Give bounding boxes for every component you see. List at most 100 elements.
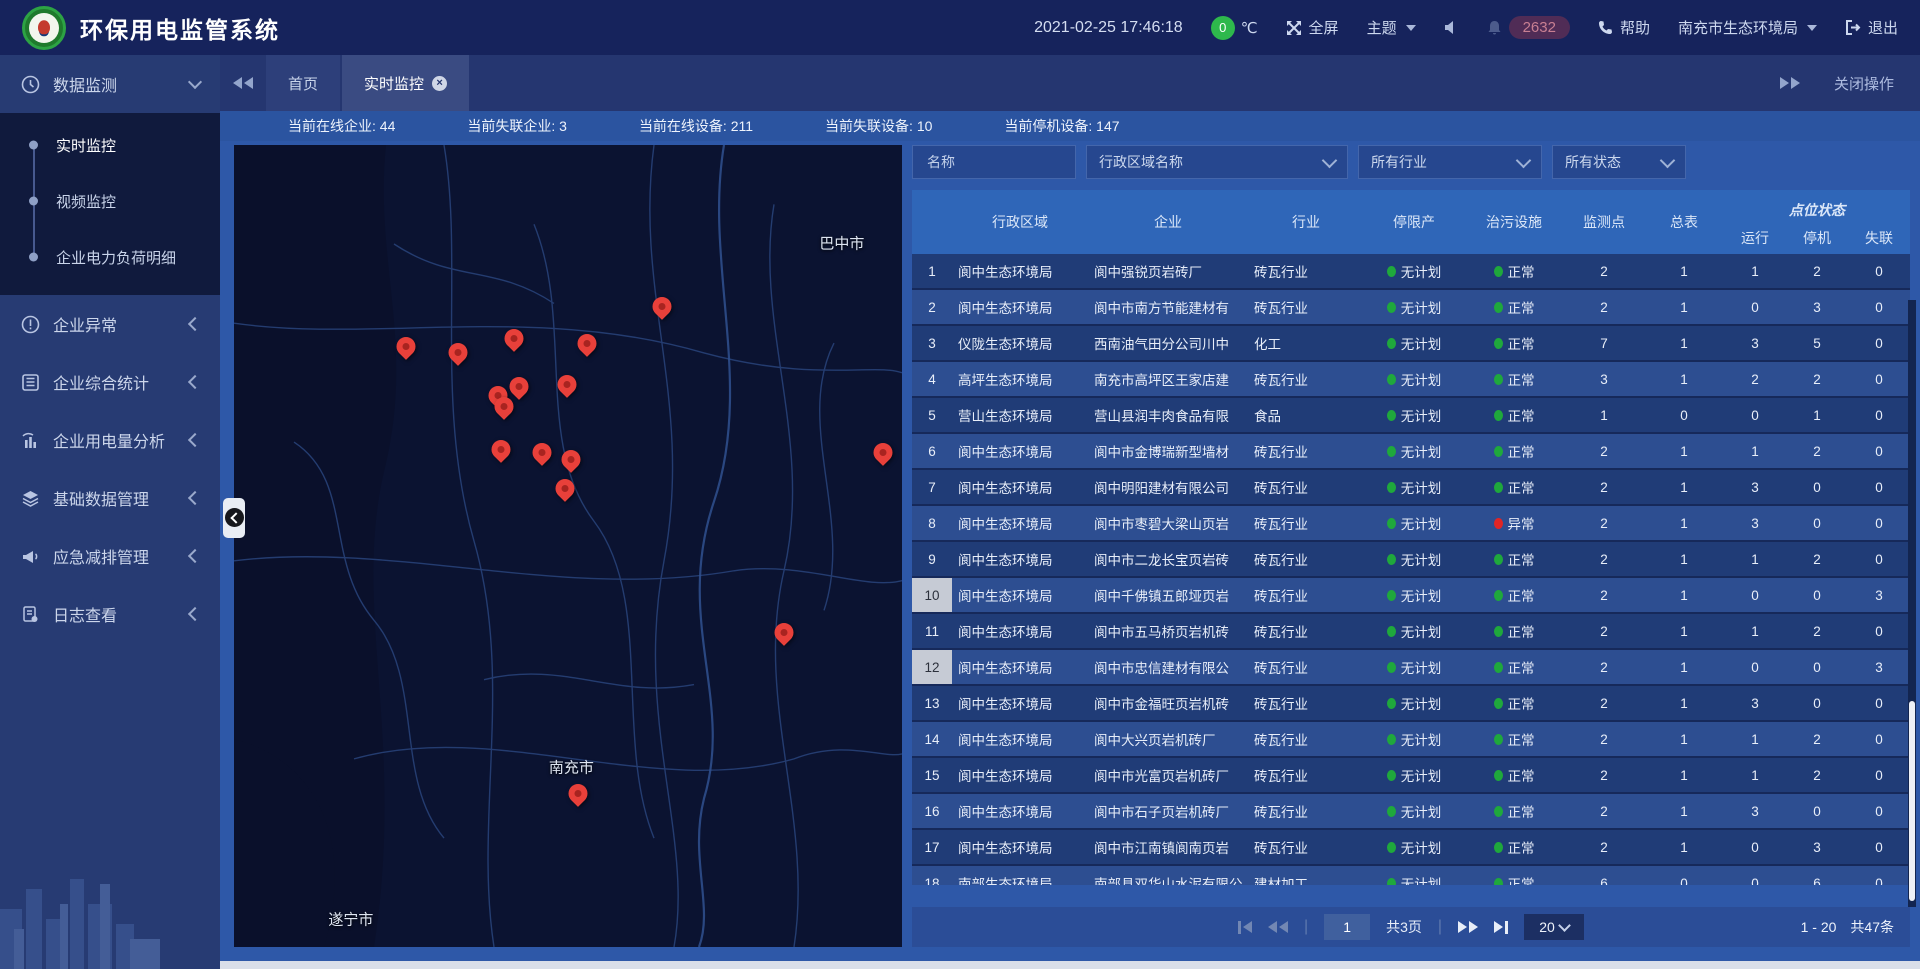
fullscreen-button[interactable]: 全屏 [1286, 17, 1339, 38]
sound-button[interactable] [1444, 20, 1459, 35]
map-pin[interactable] [557, 375, 576, 394]
next-page-button[interactable] [1458, 921, 1478, 933]
cell-index: 4 [912, 362, 952, 396]
table-row[interactable]: 10阆中生态环境局阆中千佛镇五郎垭页岩砖瓦行业无计划正常21003 [912, 578, 1910, 614]
cell-index: 9 [912, 542, 952, 576]
tab-active[interactable]: 实时监控× [342, 55, 469, 111]
cell-stop-status: 无计划 [1364, 866, 1464, 885]
sidebar-item[interactable]: 日志查看 [0, 585, 220, 643]
industry-filter-select[interactable]: 所有行业 [1358, 145, 1542, 179]
table-row[interactable]: 17阆中生态环境局阆中市江南镇阆南页岩砖瓦行业无计划正常21030 [912, 830, 1910, 866]
map-pin[interactable] [874, 443, 893, 462]
map-pin[interactable] [448, 343, 467, 362]
status-filter-select[interactable]: 所有状态 [1552, 145, 1686, 179]
table-row[interactable]: 1阆中生态环境局阆中强锐页岩砖厂砖瓦行业无计划正常21120 [912, 254, 1910, 290]
double-chevron-left-icon [233, 77, 253, 89]
map-pin[interactable] [652, 297, 671, 316]
map-pin[interactable] [569, 784, 588, 803]
table-row[interactable]: 9阆中生态环境局阆中市二龙长宝页岩砖砖瓦行业无计划正常21120 [912, 542, 1910, 578]
table-row[interactable]: 4高坪生态环境局南充市高坪区王家店建砖瓦行业无计划正常31220 [912, 362, 1910, 398]
status-dot [1387, 410, 1396, 421]
table-row[interactable]: 14阆中生态环境局阆中大兴页岩机砖厂砖瓦行业无计划正常21120 [912, 722, 1910, 758]
table-row[interactable]: 11阆中生态环境局阆中市五马桥页岩机砖砖瓦行业无计划正常21120 [912, 614, 1910, 650]
sidebar-item[interactable]: 数据监测 [0, 55, 220, 113]
cell-industry: 建材加工 [1248, 866, 1364, 885]
sidebar-item[interactable]: 应急减排管理 [0, 527, 220, 585]
page-number-input[interactable]: 1 [1324, 914, 1370, 940]
table-row[interactable]: 12阆中生态环境局阆中市忠信建材有限公砖瓦行业无计划正常21003 [912, 650, 1910, 686]
table-row[interactable]: 7阆中生态环境局阆中明阳建材有限公司砖瓦行业无计划正常21300 [912, 470, 1910, 506]
table-row[interactable]: 2阆中生态环境局阆中市南方节能建材有砖瓦行业无计划正常21030 [912, 290, 1910, 326]
status-dot [1387, 446, 1396, 457]
page-size-select[interactable]: 20 [1524, 914, 1584, 940]
map-pin[interactable] [396, 337, 415, 356]
sidebar-item[interactable]: 基础数据管理 [0, 469, 220, 527]
cell-monitor-count: 7 [1564, 326, 1644, 360]
notifications[interactable]: 2632 [1487, 16, 1570, 39]
cell-stopped: 5 [1786, 326, 1848, 360]
theme-dropdown[interactable]: 主题 [1367, 17, 1416, 38]
cell-disconnected: 0 [1848, 686, 1910, 720]
org-dropdown[interactable]: 南充市生态环境局 [1678, 17, 1817, 38]
table-row[interactable]: 5营山生态环境局营山县润丰肉食品有限食品无计划正常10010 [912, 398, 1910, 434]
name-filter-input[interactable] [925, 153, 1063, 171]
tab-close-icon[interactable]: × [432, 76, 447, 91]
sidebar-item[interactable]: 企业综合统计 [0, 353, 220, 411]
cell-facility-status: 正常 [1464, 470, 1564, 504]
map-panel[interactable]: 巴中市南充市遂宁市 [234, 145, 902, 947]
table-row[interactable]: 16阆中生态环境局阆中市石子页岩机砖厂砖瓦行业无计划正常21300 [912, 794, 1910, 830]
chevron-left-icon [230, 512, 241, 523]
sidebar-item[interactable]: 企业异常 [0, 295, 220, 353]
cell-index: 13 [912, 686, 952, 720]
table-row[interactable]: 15阆中生态环境局阆中市光富页岩机砖厂砖瓦行业无计划正常21120 [912, 758, 1910, 794]
chevron-down-icon [188, 75, 202, 89]
map-pin[interactable] [494, 397, 513, 416]
map-pin[interactable] [504, 329, 523, 348]
tab-label: 首页 [288, 73, 318, 94]
table-row[interactable]: 3仪陇生态环境局西南油气田分公司川中化工无计划正常71350 [912, 326, 1910, 362]
status-dot [1387, 770, 1396, 781]
first-page-button[interactable] [1238, 921, 1252, 934]
logout-button[interactable]: 退出 [1845, 17, 1898, 38]
tabs-scroll-left-button[interactable] [220, 55, 266, 111]
table-row[interactable]: 18南部生态环境局南部县双华山水泥有限公建材加工无计划正常60060 [912, 866, 1910, 885]
tabs-scroll-right-button[interactable] [1780, 77, 1800, 89]
cell-facility-status: 正常 [1464, 722, 1564, 756]
cell-stopped: 3 [1786, 830, 1848, 864]
region-filter-select[interactable]: 行政区域名称 [1086, 145, 1348, 179]
map-pin[interactable] [509, 377, 528, 396]
sidebar-item[interactable]: 企业用电量分析 [0, 411, 220, 469]
map-pin[interactable] [577, 334, 596, 353]
name-filter[interactable] [912, 145, 1076, 179]
table-row[interactable]: 13阆中生态环境局阆中市金福旺页岩机砖砖瓦行业无计划正常21300 [912, 686, 1910, 722]
map-pin[interactable] [556, 479, 575, 498]
cell-running: 1 [1724, 542, 1786, 576]
map-pin[interactable] [561, 450, 580, 469]
status-dot [1387, 302, 1396, 313]
last-page-button[interactable] [1494, 921, 1508, 934]
table-row[interactable]: 8阆中生态环境局阆中市枣碧大梁山页岩砖瓦行业无计划异常21300 [912, 506, 1910, 542]
help-button[interactable]: 帮助 [1598, 17, 1650, 38]
sidebar-subitem[interactable]: 视频监控 [0, 173, 220, 229]
cell-facility-status: 异常 [1464, 506, 1564, 540]
cell-disconnected: 0 [1848, 326, 1910, 360]
chevron-left-icon [188, 549, 202, 563]
close-operations-button[interactable]: 关闭操作 [1834, 73, 1894, 94]
table-scrollbar[interactable] [1908, 300, 1916, 907]
map-collapse-button[interactable] [223, 498, 245, 538]
scrollbar-thumb[interactable] [1909, 701, 1915, 901]
cell-monitor-count: 2 [1564, 614, 1644, 648]
cell-company: 阆中市枣碧大梁山页岩 [1088, 506, 1248, 540]
tab-item[interactable]: 首页 [266, 55, 340, 111]
sidebar-item-label: 数据监测 [53, 72, 177, 96]
map-pin[interactable] [532, 443, 551, 462]
sidebar-subitem[interactable]: 企业电力负荷明细 [0, 229, 220, 285]
sidebar-subitem[interactable]: 实时监控 [0, 117, 220, 173]
stats-icon [20, 372, 40, 392]
prev-page-button[interactable] [1268, 921, 1288, 933]
map-pin[interactable] [775, 623, 794, 642]
table-row[interactable]: 6阆中生态环境局阆中市金博瑞新型墙材砖瓦行业无计划正常21120 [912, 434, 1910, 470]
cell-index: 18 [912, 866, 952, 885]
status-dot [1494, 410, 1503, 421]
map-pin[interactable] [491, 440, 510, 459]
